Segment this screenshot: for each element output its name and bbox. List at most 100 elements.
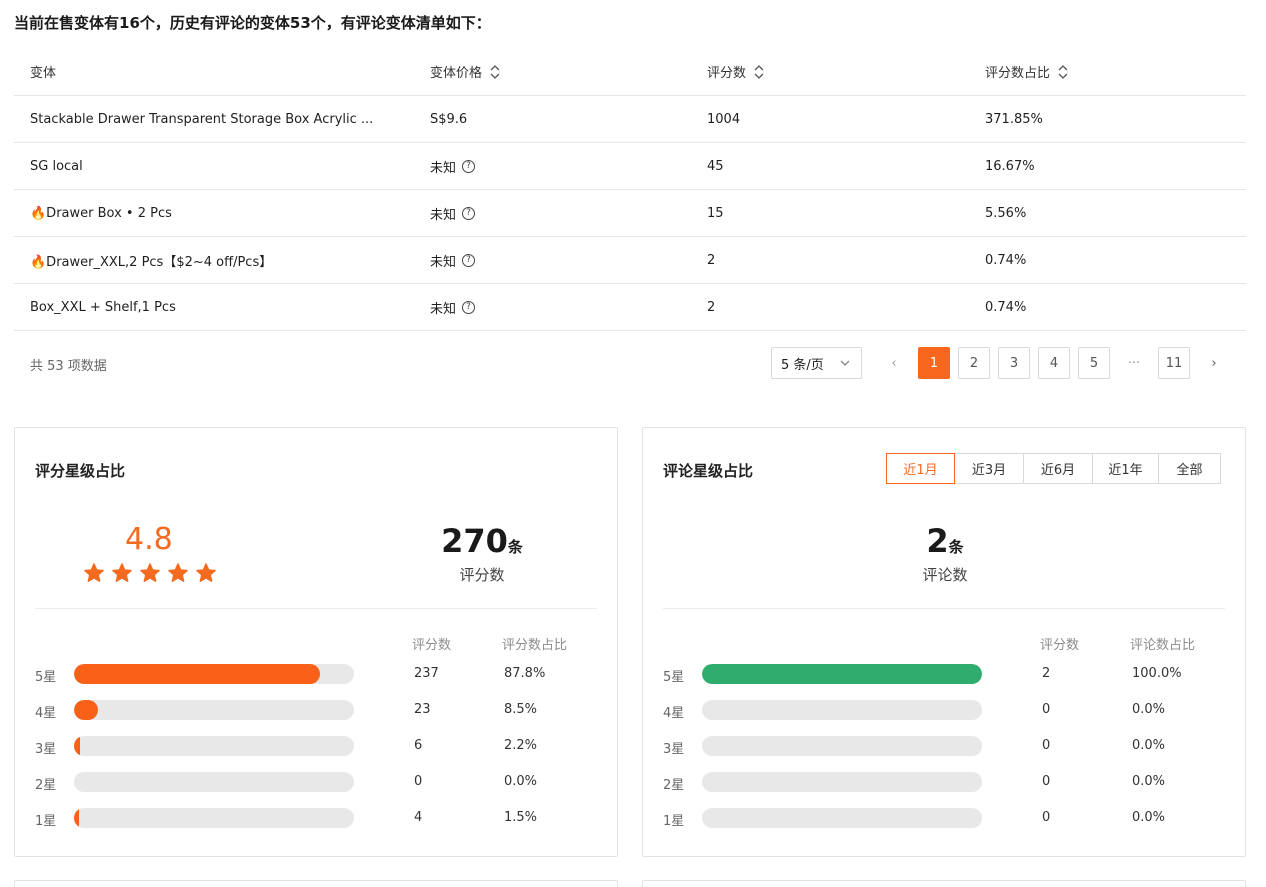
cell-count: 15	[707, 190, 957, 236]
star-ratio-value: 2.2%	[504, 738, 538, 753]
cell-price: 未知?	[430, 143, 680, 189]
distribution-bar-fill	[74, 736, 81, 756]
col-header-ratio[interactable]: 评分数占比	[985, 48, 1235, 95]
table-row[interactable]: 🔥Drawer Box • 2 Pcs 未知? 15 5.56%	[14, 190, 1246, 237]
variant-table: 变体 变体价格 评分数 评分数占比 Stackable Drawer Trans…	[14, 48, 1246, 331]
period-tab[interactable]: 全部	[1158, 453, 1221, 484]
variant-name: SG local	[30, 158, 83, 174]
cell-variant: Box_XXL + Shelf,1 Pcs	[30, 284, 400, 330]
table-row[interactable]: Stackable Drawer Transparent Storage Box…	[14, 96, 1246, 143]
star-ratio-value: 8.5%	[504, 702, 538, 717]
sort-icon[interactable]	[1058, 64, 1068, 79]
table-row[interactable]: 🔥Drawer_XXL,2 Pcs【$2~4 off/Pcs】 未知? 2 0.74%	[14, 237, 1246, 284]
star-distribution-row: 4星 0 0.0%	[663, 700, 1223, 721]
star-level-label: 2星	[35, 778, 57, 793]
page-button-5[interactable]: 5	[1078, 347, 1110, 379]
star-level-label: 4星	[663, 706, 685, 721]
star-distribution-row: 2星 0 0.0%	[35, 772, 595, 793]
distribution-bar-fill	[74, 664, 320, 684]
period-tabs: 近1月 近3月 近6月 近1年 全部	[886, 453, 1221, 484]
cell-ratio: 16.67%	[985, 143, 1235, 189]
page-button-2[interactable]: 2	[958, 347, 990, 379]
help-circle-icon[interactable]: ?	[462, 206, 476, 220]
period-tab[interactable]: 近1月	[886, 453, 955, 484]
count-value: 2	[707, 252, 716, 268]
star-ratio-value: 0.0%	[1132, 810, 1166, 825]
star-level-label: 5星	[663, 670, 685, 685]
star-count-value: 2	[1042, 666, 1051, 681]
count-value: 15	[707, 205, 724, 221]
col-header-label: 变体价格	[430, 66, 483, 81]
ratio-value: 0.74%	[985, 299, 1027, 315]
star-distribution-row: 5星 2 100.0%	[663, 664, 1223, 685]
star-count-value: 237	[414, 666, 439, 681]
page-button-last[interactable]: 11	[1158, 347, 1190, 379]
review-total-unit: 条	[948, 538, 964, 556]
star-ratio-value: 0.0%	[504, 774, 538, 789]
next-card-right	[642, 880, 1246, 887]
table-footer: 共 53 项数据 5 条/页 ‹ 12345 ··· 11 ›	[14, 342, 1246, 382]
average-score: 4.8	[125, 522, 173, 557]
page-button-4[interactable]: 4	[1038, 347, 1070, 379]
rating-total-number: 270	[441, 522, 508, 560]
prev-page-button[interactable]: ‹	[878, 347, 910, 379]
next-page-button[interactable]: ›	[1198, 347, 1230, 379]
period-tab[interactable]: 近6月	[1023, 453, 1093, 484]
distribution-bar-track	[702, 772, 982, 792]
table-row[interactable]: SG local 未知? 45 16.67%	[14, 143, 1246, 190]
ratio-value: 5.56%	[985, 205, 1027, 221]
help-circle-icon[interactable]: ?	[462, 253, 476, 267]
distribution-bar-track	[74, 736, 354, 756]
col-header-count[interactable]: 评分数	[707, 48, 957, 95]
total-count: 共 53 项数据	[30, 359, 107, 374]
star-icon	[168, 563, 188, 582]
star-count-value: 23	[414, 702, 431, 717]
table-body: Stackable Drawer Transparent Storage Box…	[14, 96, 1246, 331]
variant-name: Box_XXL + Shelf,1 Pcs	[30, 299, 176, 315]
review-star-card: 评论星级占比 近1月 近3月 近6月 近1年 全部 2条 评论数 评分数 评论数占比 5…	[642, 427, 1246, 857]
sort-icon[interactable]	[754, 64, 764, 79]
star-count-value: 0	[1042, 810, 1051, 825]
cell-ratio: 371.85%	[985, 96, 1235, 142]
variant-name: Stackable Drawer Transparent Storage Box…	[30, 111, 374, 127]
cell-count: 45	[707, 143, 957, 189]
cell-price: 未知?	[430, 190, 680, 236]
star-icon	[196, 563, 216, 582]
page-button-3[interactable]: 3	[998, 347, 1030, 379]
star-distribution-row: 4星 23 8.5%	[35, 700, 595, 721]
count-value: 2	[707, 299, 716, 315]
distribution-bar-fill	[74, 808, 79, 828]
help-circle-icon[interactable]: ?	[462, 159, 476, 173]
star-count-value: 0	[1042, 702, 1051, 717]
col-header-price[interactable]: 变体价格	[430, 48, 680, 95]
price-value: 未知	[430, 160, 457, 176]
count-value: 45	[707, 158, 724, 174]
page-size-select[interactable]: 5 条/页	[771, 347, 862, 379]
table-row[interactable]: Box_XXL + Shelf,1 Pcs 未知? 2 0.74%	[14, 284, 1246, 331]
price-value: 未知	[430, 254, 457, 270]
cell-ratio: 0.74%	[985, 237, 1235, 283]
star-count-value: 4	[414, 810, 423, 825]
divider	[35, 608, 597, 609]
star-distribution-row: 2星 0 0.0%	[663, 772, 1223, 793]
rating-total-label: 评分数	[459, 566, 505, 584]
star-icon	[140, 563, 160, 582]
star-distribution-row: 3星 6 2.2%	[35, 736, 595, 757]
distribution-bar-track	[702, 664, 982, 684]
page-size-value: 5 条/页	[781, 357, 824, 373]
sort-icon[interactable]	[490, 64, 500, 79]
star-level-label: 3星	[663, 742, 685, 757]
period-tab[interactable]: 近1年	[1092, 453, 1159, 484]
chevron-down-icon	[840, 360, 850, 366]
distribution-bar-track	[74, 808, 354, 828]
section-intro: 当前在售变体有16个，历史有评论的变体53个，有评论变体清单如下：	[14, 14, 491, 32]
star-distribution-row: 3星 0 0.0%	[663, 736, 1223, 757]
help-circle-icon[interactable]: ?	[462, 300, 476, 314]
review-total-label: 评论数	[922, 566, 968, 584]
review-total-number: 2	[926, 522, 949, 560]
cell-price: 未知?	[430, 237, 680, 283]
pagination-ellipsis[interactable]: ···	[1118, 347, 1150, 379]
cell-variant: 🔥Drawer_XXL,2 Pcs【$2~4 off/Pcs】	[30, 237, 400, 283]
page-button-1[interactable]: 1	[918, 347, 950, 379]
period-tab[interactable]: 近3月	[954, 453, 1024, 484]
